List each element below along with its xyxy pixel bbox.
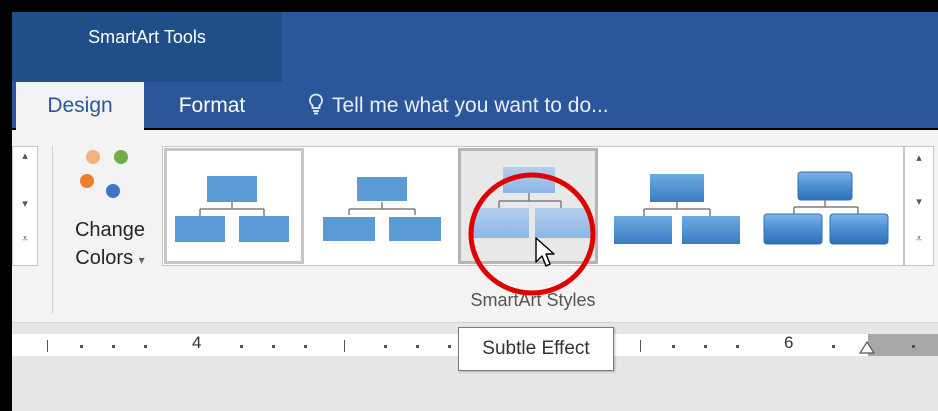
ruler-dot	[912, 345, 915, 348]
tooltip: Subtle Effect	[458, 327, 614, 371]
change-colors-label-line2: Colors ▾	[75, 247, 145, 269]
color-dot-icon	[106, 184, 120, 198]
group-separator	[52, 146, 53, 314]
lightbulb-icon	[309, 93, 323, 115]
ruler-dot	[80, 345, 83, 348]
mouse-pointer-icon	[534, 236, 556, 275]
change-colors-label-line1: Change	[74, 219, 146, 241]
layouts-gallery-scrollbar[interactable]: ▴ ▾ ⩡	[12, 146, 38, 266]
ruler-dot	[144, 345, 147, 348]
styles-gallery-scrollbar[interactable]: ▴ ▾ ⩡	[904, 146, 934, 266]
ruler-dot	[448, 345, 451, 348]
ruler-label: 4	[192, 333, 202, 352]
ruler-tick	[344, 340, 345, 352]
gallery-more-icon[interactable]: ⩡	[13, 233, 37, 246]
scroll-down-icon[interactable]: ▾	[13, 197, 37, 210]
ruler-dot	[304, 345, 307, 348]
dropdown-arrow-icon: ▾	[138, 253, 145, 267]
tell-me-placeholder: Tell me what you want to do...	[332, 94, 609, 117]
org-chart-thumbnail	[614, 174, 740, 244]
ruler-dot	[272, 345, 275, 348]
style-white-outline[interactable]	[312, 148, 452, 264]
color-dot-icon	[114, 150, 128, 164]
ruler-margin	[868, 334, 938, 356]
ruler-dot	[384, 345, 387, 348]
org-chart-thumbnail	[175, 176, 289, 242]
scroll-up-icon[interactable]: ▴	[13, 149, 37, 162]
tab-format[interactable]: Format	[148, 82, 276, 130]
ruler-tick	[640, 340, 641, 352]
change-colors-label: Change Colors ▾	[62, 216, 158, 274]
ruler-dot	[112, 345, 115, 348]
org-chart-thumbnail	[763, 171, 889, 245]
tell-me-search[interactable]: Tell me what you want to do...	[308, 82, 609, 130]
ruler-dot	[672, 345, 675, 348]
org-chart-thumbnail	[321, 175, 443, 243]
tab-design[interactable]: Design	[16, 82, 144, 130]
ruler-dot	[736, 345, 739, 348]
change-colors-button[interactable]: Change Colors ▾	[62, 142, 158, 290]
ruler-dot	[704, 345, 707, 348]
style-intense-effect[interactable]	[756, 148, 896, 264]
ruler-tick	[47, 340, 48, 352]
indent-marker-icon[interactable]	[858, 340, 876, 361]
ruler-dot	[416, 345, 419, 348]
ruler-dot	[240, 345, 243, 348]
gallery-more-icon[interactable]: ⩡	[905, 233, 933, 246]
scroll-down-icon[interactable]: ▾	[905, 195, 933, 208]
style-moderate-effect[interactable]	[606, 148, 746, 264]
color-dot-icon	[86, 150, 100, 164]
ruler-label: 6	[784, 333, 794, 352]
contextual-tab-group-title: SmartArt Tools	[88, 27, 206, 47]
ruler-dot	[832, 345, 835, 348]
style-simple-fill[interactable]	[164, 148, 304, 264]
scroll-up-icon[interactable]: ▴	[905, 151, 933, 164]
color-dot-icon	[80, 174, 94, 188]
